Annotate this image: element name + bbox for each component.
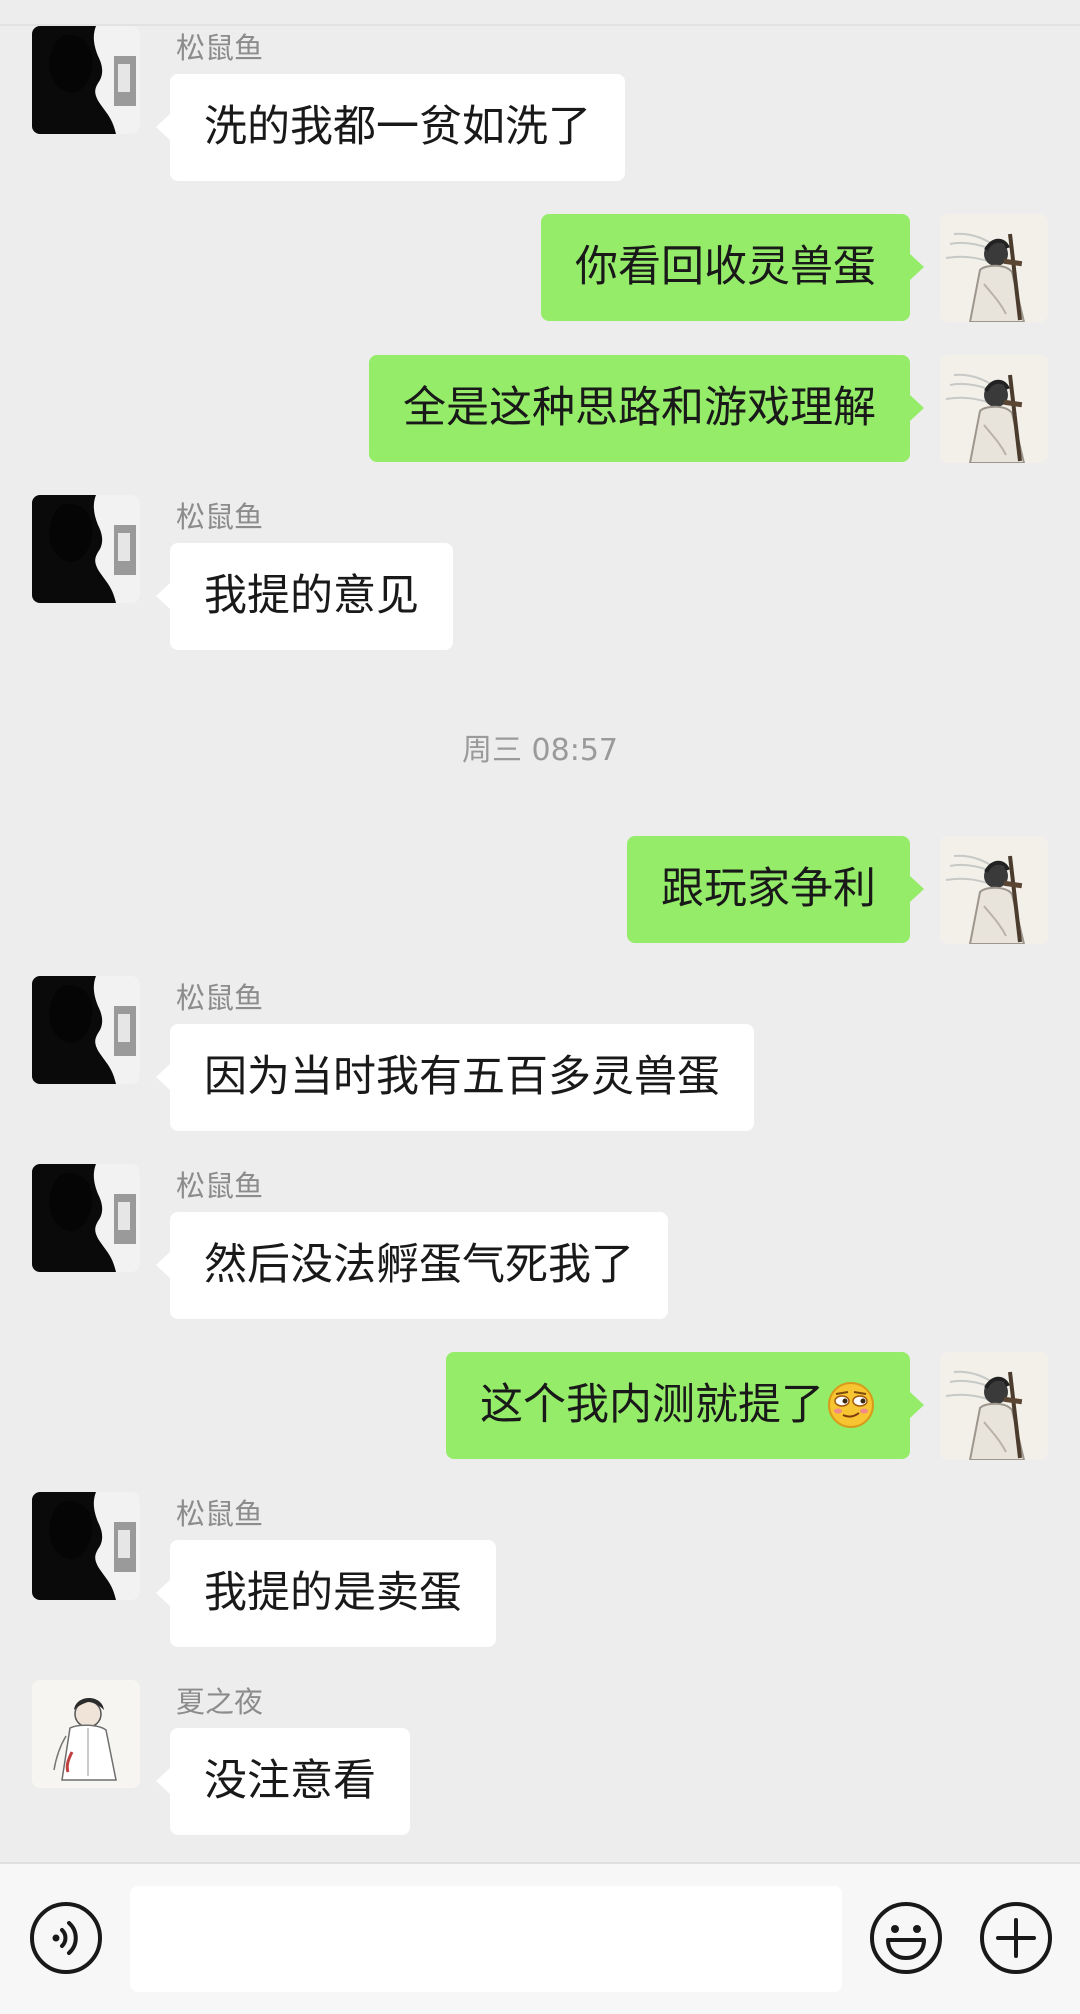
sender-name: 松鼠鱼	[176, 500, 264, 534]
avatar[interactable]	[32, 976, 140, 1084]
avatar[interactable]	[32, 495, 140, 603]
avatar[interactable]	[940, 836, 1048, 944]
sender-name: 松鼠鱼	[176, 1169, 264, 1203]
avatar[interactable]	[32, 1680, 140, 1788]
message-bubble[interactable]: 我提的是卖蛋	[156, 1540, 496, 1647]
sender-name: 松鼠鱼	[176, 31, 264, 65]
chat-area[interactable]: 松鼠鱼 洗的我都一贫如洗了 你看回收灵兽蛋 全是这种思路和游戏理解 松鼠鱼 我提…	[0, 0, 1080, 1862]
sender-name: 夏之夜	[176, 1685, 264, 1719]
message-bubble[interactable]: 跟玩家争利	[627, 836, 924, 943]
sender-name: 松鼠鱼	[176, 981, 264, 1015]
message-bubble[interactable]: 然后没法孵蛋气死我了	[156, 1212, 668, 1319]
message-bubble[interactable]: 我提的意见	[156, 543, 453, 650]
divider	[0, 24, 1080, 26]
avatar[interactable]	[32, 1164, 140, 1272]
message-text: 这个我内测就提了	[480, 1380, 824, 1430]
avatar[interactable]	[32, 26, 140, 134]
message-bubble[interactable]: 洗的我都一贫如洗了	[156, 74, 625, 181]
message-bubble[interactable]: 因为当时我有五百多灵兽蛋	[156, 1024, 754, 1131]
message-input[interactable]	[130, 1886, 842, 1992]
emoji-face-icon[interactable]	[868, 1900, 944, 1976]
message-bubble[interactable]: 这个我内测就提了	[446, 1352, 924, 1459]
timestamp: 周三 08:57	[462, 733, 618, 768]
input-bar	[0, 1862, 1080, 2014]
message-bubble[interactable]: 全是这种思路和游戏理解	[369, 355, 924, 462]
message-bubble[interactable]: 没注意看	[156, 1728, 410, 1835]
sender-name: 松鼠鱼	[176, 1497, 264, 1531]
avatar[interactable]	[940, 1352, 1048, 1460]
avatar[interactable]	[940, 214, 1048, 322]
plus-circle-icon[interactable]	[978, 1900, 1054, 1976]
avatar[interactable]	[32, 1492, 140, 1600]
voice-icon[interactable]	[28, 1900, 104, 1976]
avatar[interactable]	[940, 355, 1048, 463]
message-bubble[interactable]: 你看回收灵兽蛋	[541, 214, 924, 321]
smirk-face-emoji-icon	[826, 1380, 876, 1430]
